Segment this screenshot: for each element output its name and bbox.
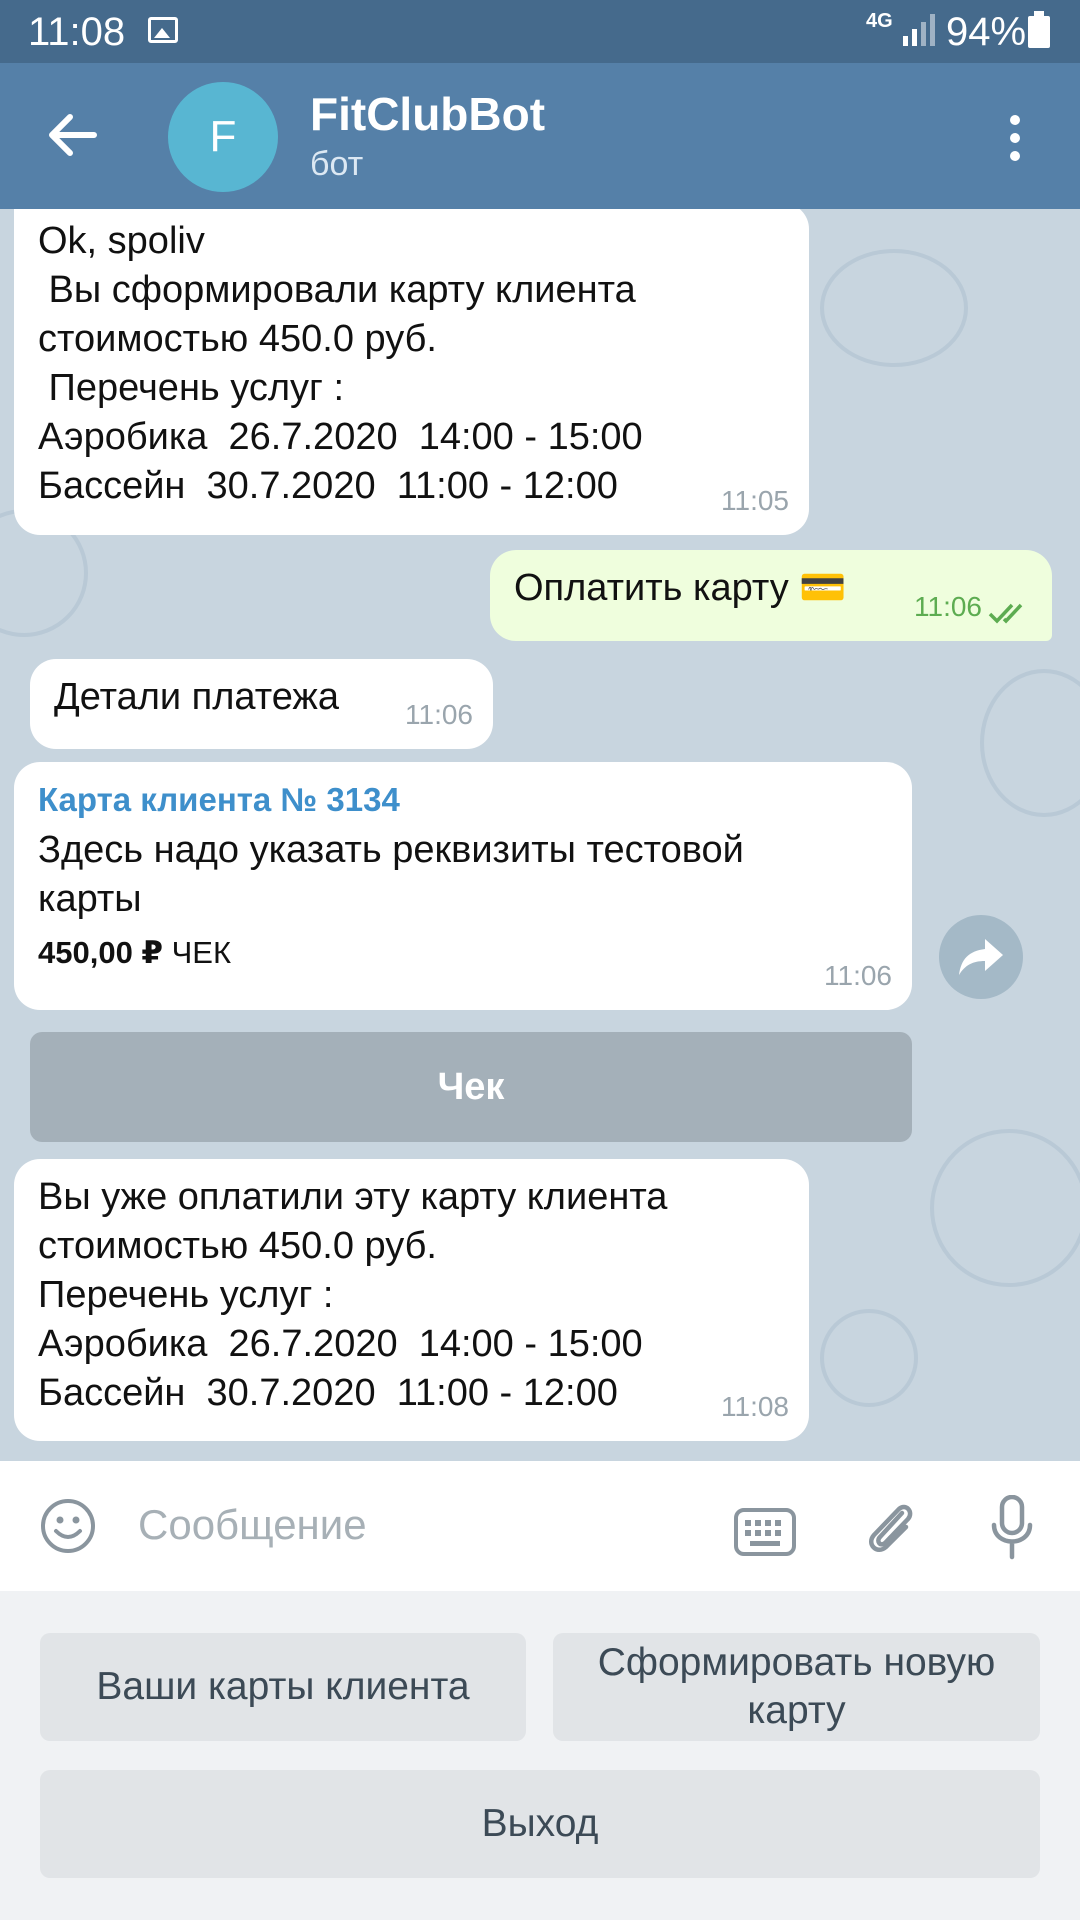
more-menu-icon[interactable] [1000,115,1030,161]
invoice-description: Здесь надо указать реквизиты тестовой ка… [38,829,744,920]
message-time: 11:06 [914,591,982,622]
status-time: 11:08 [28,10,126,54]
status-bar: 11:08 4G 94% [0,0,1080,63]
back-arrow-icon[interactable] [44,107,100,163]
message-incoming[interactable]: Ok, spoliv Вы сформировали карту клиента… [14,209,809,535]
emoji-icon[interactable] [40,1498,96,1554]
avatar[interactable]: F [168,82,278,192]
message-time: 11:06 [824,960,892,991]
message-text: Вы уже оплатили эту карту клиента стоимо… [38,1176,668,1414]
background-doodle [820,249,968,367]
create-new-card-button[interactable]: Сформировать новую карту [553,1633,1040,1741]
message-text: Детали платежа [54,676,339,718]
message-incoming[interactable]: Вы уже оплатили эту карту клиента стоимо… [14,1159,809,1441]
exit-button[interactable]: Выход [40,1770,1040,1878]
image-notification-icon [148,17,178,43]
chat-title[interactable]: FitClubBot [310,87,545,141]
invoice-amount-row: 450,00 ₽ ЧЕК [38,928,888,977]
credit-card-emoji-icon: 💳 [799,567,847,609]
inline-receipt-button[interactable]: Чек [30,1032,912,1142]
invoice-amount-label: ЧЕК [171,935,232,970]
share-arrow-icon [959,939,1003,975]
background-doodle [980,669,1080,817]
attach-icon[interactable] [862,1497,920,1557]
message-text: Ok, spoliv Вы сформировали карту клиента… [38,220,643,507]
my-client-cards-button[interactable]: Ваши карты клиента [40,1633,526,1741]
background-doodle [930,1129,1080,1287]
message-input[interactable]: Сообщение [138,1501,367,1549]
battery-percent: 94% [946,10,1027,54]
message-time: 11:05 [721,485,789,516]
microphone-icon[interactable] [990,1495,1034,1561]
message-composer: Сообщение [0,1461,1080,1591]
invoice-amount: 450,00 ₽ [38,935,163,970]
message-text: Оплатить карту [514,567,789,609]
chat-area[interactable]: Ok, spoliv Вы сформировали карту клиента… [0,209,1080,1461]
message-time: 11:06 [405,699,473,730]
chat-subtitle: бот [310,145,364,183]
keyboard-icon[interactable] [734,1508,796,1556]
invoice-title: Карта клиента № 3134 [38,781,400,818]
signal-icon [903,14,935,46]
message-outgoing[interactable]: Оплатить карту 💳 11:06 [490,550,1052,641]
bot-reply-keyboard: Ваши карты клиента Сформировать новую ка… [0,1591,1080,1920]
network-type: 4G [866,10,893,32]
invoice-message[interactable]: Карта клиента № 3134 Здесь надо указать … [14,762,912,1010]
message-time: 11:08 [721,1391,789,1422]
battery-icon [1028,11,1050,48]
chat-header: F FitClubBot бот [0,63,1080,209]
double-check-icon [988,603,1023,624]
message-incoming[interactable]: Детали платежа 11:06 [30,659,493,749]
share-button[interactable] [939,915,1023,999]
background-doodle [820,1309,918,1407]
